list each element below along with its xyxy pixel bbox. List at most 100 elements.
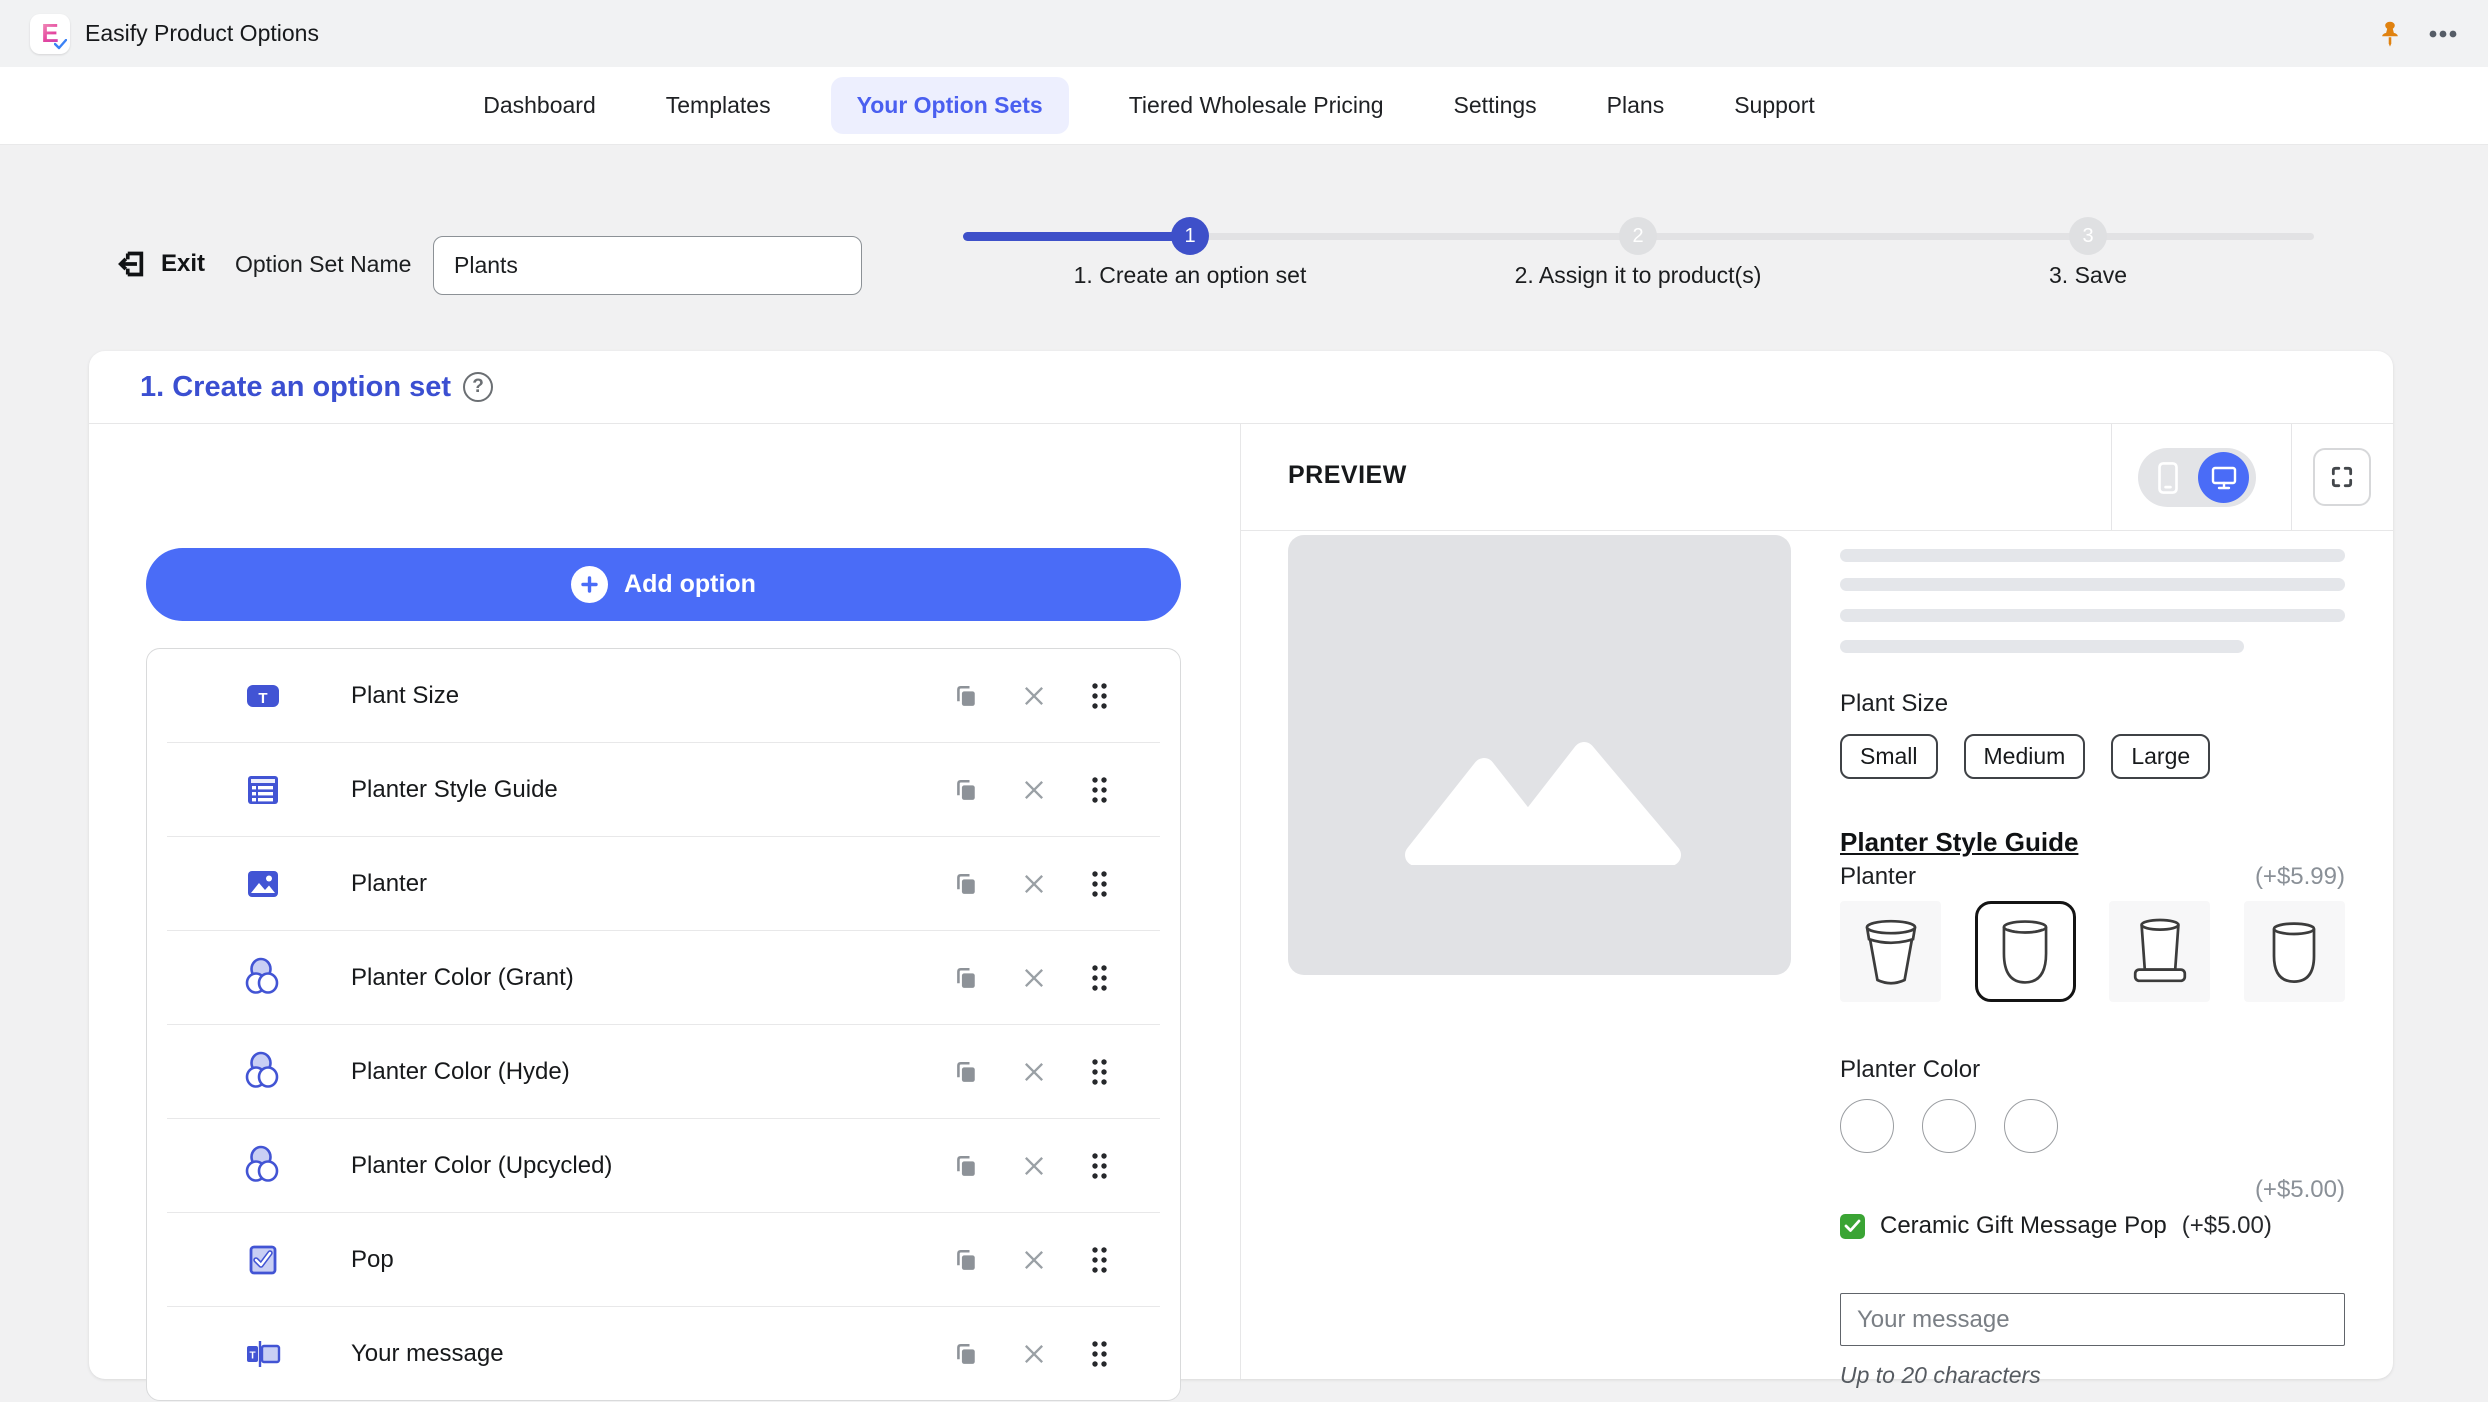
gift-message-pop-row: Ceramic Gift Message Pop (+$5.00) (1840, 1212, 2345, 1240)
close-icon (1025, 969, 1043, 987)
svg-text:T: T (249, 1351, 255, 1362)
option-row: Planter (147, 837, 1180, 931)
option-set-name-input[interactable] (433, 236, 862, 295)
drag-dots-icon (1092, 1247, 1107, 1273)
skeleton-text-line (1840, 549, 2345, 562)
options-list: T Plant Size Planter Style Guide Planter… (146, 648, 1181, 1401)
duplicate-option-button[interactable] (952, 682, 980, 710)
size-small-button[interactable]: Small (1840, 734, 1938, 779)
duplicate-icon (957, 1249, 975, 1270)
step-1-circle[interactable]: 1 (1171, 217, 1209, 255)
option-label: Your message (351, 1340, 504, 1367)
duplicate-option-button[interactable] (952, 870, 980, 898)
planter-style-1-thumb[interactable] (1840, 901, 1941, 1002)
round-pot-icon (2002, 919, 2048, 984)
add-option-button[interactable]: Add option (146, 548, 1181, 621)
planter-style-2-thumb-selected[interactable] (1974, 901, 2076, 1002)
exit-button[interactable]: Exit (115, 238, 205, 290)
app-logo: E (30, 13, 70, 54)
planter-style-4-thumb[interactable] (2243, 901, 2345, 1002)
stepper-progress (963, 232, 1191, 241)
option-label: Plant Size (351, 682, 460, 709)
duplicate-option-button[interactable] (952, 1340, 980, 1368)
planter-color-price-note: (+$5.00) (2254, 1176, 2345, 1203)
step-2-circle[interactable]: 2 (1619, 217, 1657, 255)
gift-message-checkbox-checked[interactable] (1840, 1213, 1865, 1239)
drag-handle[interactable] (1088, 869, 1110, 899)
drag-handle[interactable] (1088, 1151, 1110, 1181)
duplicate-icon (957, 1155, 975, 1176)
delete-option-button[interactable] (1020, 1246, 1048, 1274)
option-label: Planter Color (Hyde) (351, 1058, 570, 1085)
size-large-button[interactable]: Large (2111, 734, 2211, 779)
step-1-label[interactable]: 1. Create an option set (940, 262, 1440, 289)
nav-item-plans[interactable]: Plans (1597, 77, 1675, 134)
duplicate-option-button[interactable] (952, 1152, 980, 1180)
pin-icon (2382, 21, 2398, 47)
drag-handle[interactable] (1088, 1057, 1110, 1087)
option-row: Planter Color (Hyde) (147, 1025, 1180, 1119)
option-label: Planter Color (Grant) (351, 964, 574, 991)
more-menu-button[interactable] (2428, 29, 2458, 39)
nav-item-dashboard[interactable]: Dashboard (473, 77, 606, 134)
close-icon (1025, 875, 1043, 893)
pin-button[interactable] (2376, 20, 2404, 48)
drag-handle[interactable] (1088, 963, 1110, 993)
step-3-circle[interactable]: 3 (2069, 217, 2107, 255)
duplicate-option-button[interactable] (952, 1246, 980, 1274)
planter-price-note: (+$5.99) (2254, 863, 2345, 890)
delete-option-button[interactable] (1020, 870, 1048, 898)
main-nav: Dashboard Templates Your Option Sets Tie… (0, 67, 2488, 145)
character-limit-helper: Up to 20 characters (1840, 1362, 2041, 1388)
duplicate-option-button[interactable] (952, 964, 980, 992)
duplicate-icon (957, 779, 975, 800)
plain-round-pot-icon (2273, 921, 2316, 983)
color-swatch-icon (242, 1145, 284, 1187)
preview-product-column: Plant Size Small Medium Large Planter St… (1840, 424, 2345, 1389)
option-label: Planter Style Guide (351, 776, 558, 803)
color-swatch-cream[interactable] (1922, 1099, 1976, 1153)
skeleton-text-line (1840, 609, 2345, 622)
exit-icon (118, 251, 144, 277)
option-label: Planter Color (Upcycled) (351, 1152, 613, 1179)
duplicate-option-button[interactable] (952, 776, 980, 804)
nav-item-templates[interactable]: Templates (656, 77, 781, 134)
logo-check-icon (54, 38, 67, 49)
duplicate-icon (957, 1061, 975, 1082)
drag-handle[interactable] (1088, 681, 1110, 711)
delete-option-button[interactable] (1020, 1058, 1048, 1086)
delete-option-button[interactable] (1020, 1340, 1048, 1368)
nav-item-settings[interactable]: Settings (1444, 77, 1547, 134)
duplicate-option-button[interactable] (952, 1058, 980, 1086)
delete-option-button[interactable] (1020, 682, 1048, 710)
drag-dots-icon (1092, 777, 1107, 803)
close-icon (1025, 1157, 1043, 1175)
planter-option-row: Planter (+$5.99) (1840, 863, 2345, 891)
color-swatch-charcoal[interactable] (1840, 1099, 1894, 1153)
planter-style-guide-link[interactable]: Planter Style Guide (1840, 827, 2078, 858)
nav-item-tiered-wholesale-pricing[interactable]: Tiered Wholesale Pricing (1119, 77, 1394, 134)
step-2-label[interactable]: 2. Assign it to product(s) (1388, 262, 1888, 289)
check-icon (1844, 1219, 1861, 1232)
delete-option-button[interactable] (1020, 964, 1048, 992)
drag-dots-icon (1092, 1153, 1107, 1179)
your-message-input[interactable] (1840, 1293, 2345, 1346)
help-icon[interactable]: ? (463, 372, 494, 402)
step-3-label[interactable]: 3. Save (1838, 262, 2338, 289)
planter-style-3-thumb[interactable] (2109, 901, 2211, 1002)
size-medium-button[interactable]: Medium (1963, 734, 2086, 779)
duplicate-icon (957, 967, 975, 988)
nav-item-your-option-sets[interactable]: Your Option Sets (830, 77, 1069, 134)
drag-handle[interactable] (1088, 775, 1110, 805)
close-icon (1025, 1063, 1043, 1081)
drag-handle[interactable] (1088, 1339, 1110, 1369)
color-swatch-terracotta[interactable] (2004, 1099, 2058, 1153)
drag-handle[interactable] (1088, 1245, 1110, 1275)
delete-option-button[interactable] (1020, 1152, 1048, 1180)
image-mountains-icon (1405, 742, 1681, 865)
drag-dots-icon (1092, 965, 1107, 991)
delete-option-button[interactable] (1020, 776, 1048, 804)
preview-panel: PREVIEW Plant Size Small Medium Large Pl… (1241, 424, 2393, 1388)
nav-item-support[interactable]: Support (1724, 77, 1825, 134)
button-swatch-icon: T (242, 675, 284, 717)
